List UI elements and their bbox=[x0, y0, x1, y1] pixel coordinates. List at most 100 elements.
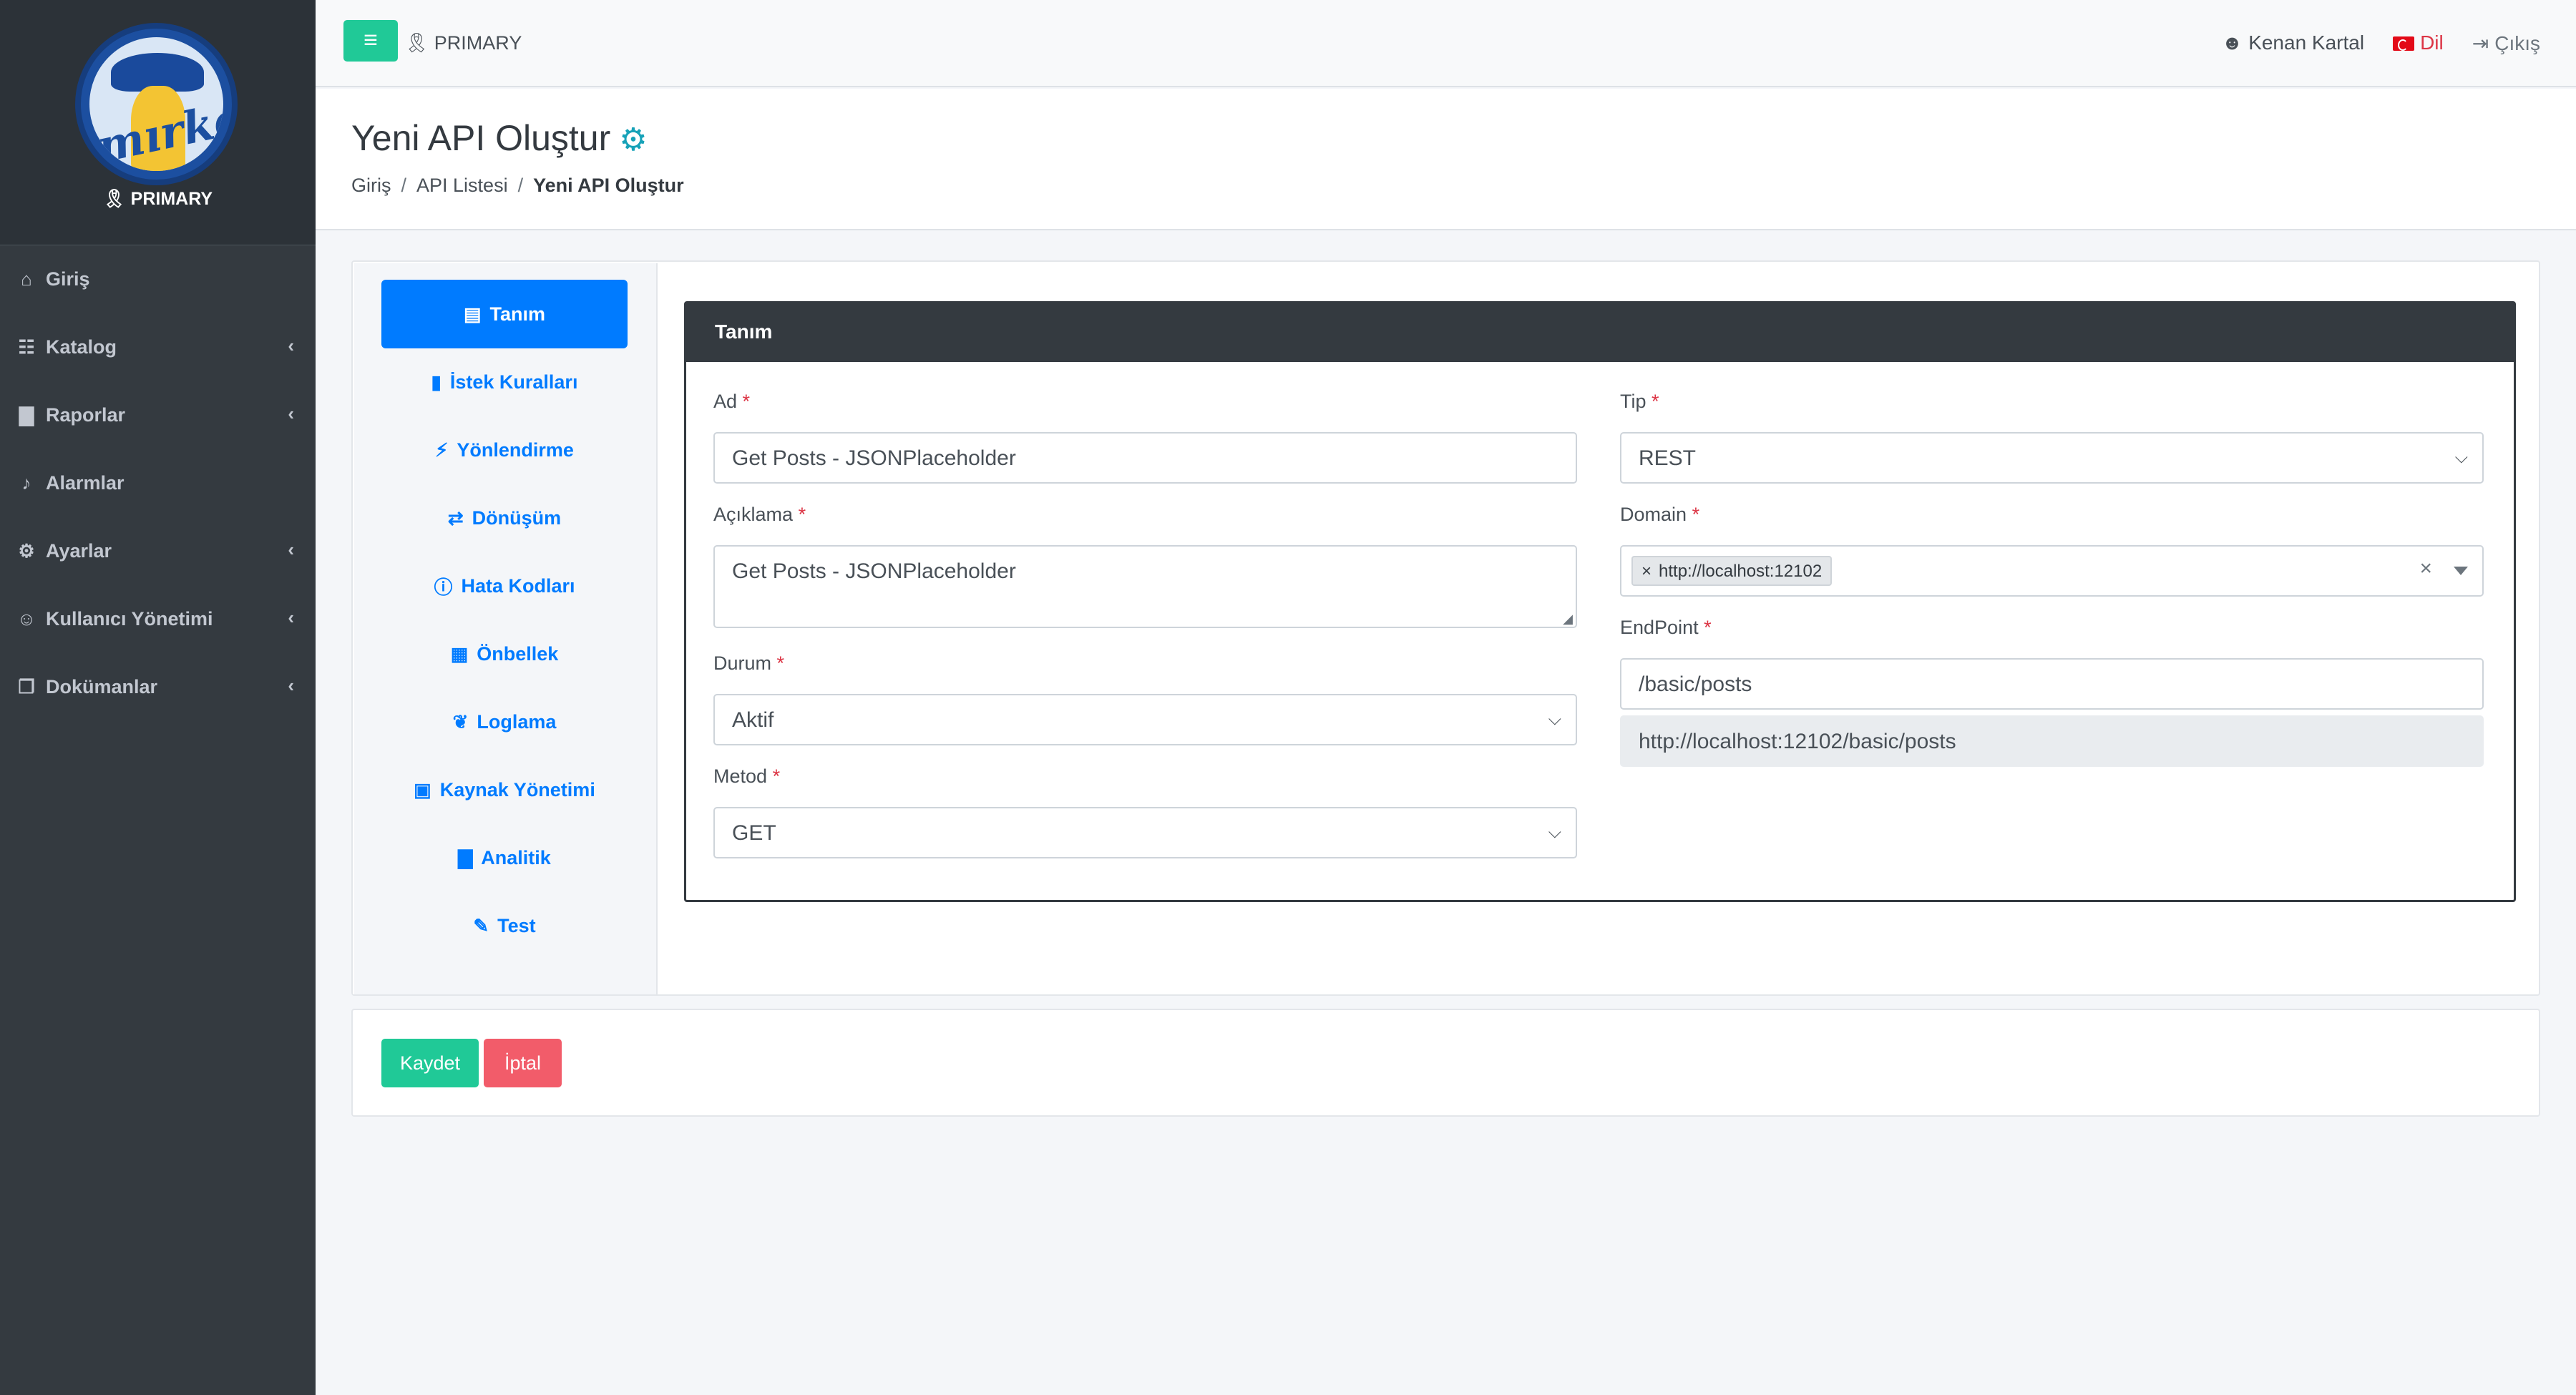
leaf-icon: ❦ bbox=[452, 710, 469, 733]
sitemap-icon: ☷ bbox=[18, 336, 35, 358]
sidebar-item-label: Dokümanlar bbox=[46, 676, 158, 698]
logo-image: mırket bbox=[89, 37, 223, 171]
tab-onbellek[interactable]: ▦ Önbellek bbox=[381, 620, 628, 688]
required-mark: * bbox=[1704, 617, 1712, 638]
user-menu[interactable]: ☻ Kenan Kartal bbox=[2222, 31, 2364, 55]
memory-icon: ▦ bbox=[450, 642, 469, 665]
tab-tanim[interactable]: ▤ Tanım bbox=[381, 280, 628, 348]
lock-icon: ▣ bbox=[414, 778, 431, 801]
endpoint-label: EndPoint * bbox=[1620, 617, 1712, 639]
tab-label: Yönlendirme bbox=[457, 439, 574, 461]
tab-label: Dönüşüm bbox=[472, 506, 562, 529]
sidebar-item-raporlar[interactable]: ▇ Raporlar ‹ bbox=[0, 381, 316, 449]
tab-label: Test bbox=[497, 914, 536, 936]
durum-select-value: Aktif bbox=[732, 708, 774, 732]
clear-icon[interactable]: × bbox=[2419, 557, 2432, 581]
tab-loglama[interactable]: ❦ Loglama bbox=[381, 687, 628, 756]
chart-icon: ▇ bbox=[19, 404, 34, 426]
domain-multiselect[interactable]: × http://localhost:12102 × bbox=[1620, 545, 2484, 597]
document-icon: ▮ bbox=[431, 371, 441, 393]
required-mark: * bbox=[772, 765, 781, 787]
turkey-flag-icon bbox=[2393, 36, 2415, 51]
sidebar-item-label: Alarmlar bbox=[46, 472, 125, 494]
breadcrumb-home[interactable]: Giriş bbox=[351, 175, 391, 197]
full-url-value: http://localhost:12102/basic/posts bbox=[1639, 730, 1956, 753]
logo[interactable]: mırket bbox=[75, 23, 238, 185]
brand-role: 🎗︎ PRIMARY bbox=[0, 189, 316, 210]
chart-icon: ▇ bbox=[458, 846, 473, 868]
tab-hata-kodlari[interactable]: ⓘ Hata Kodları bbox=[381, 552, 628, 620]
chevron-left-icon: ‹ bbox=[288, 403, 294, 424]
logo-text: mırket bbox=[92, 87, 223, 171]
menu-toggle-button[interactable]: ≡ bbox=[343, 20, 398, 62]
sidebar-item-giris[interactable]: ⌂ Giriş bbox=[0, 245, 316, 313]
sidebar-item-katalog[interactable]: ☷ Katalog ‹ bbox=[0, 313, 316, 381]
logout-link[interactable]: ⇥ Çıkış bbox=[2472, 31, 2540, 55]
tab-analitik[interactable]: ▇ Analitik bbox=[381, 823, 628, 892]
chevron-down-icon: ⌵ bbox=[1548, 710, 1561, 729]
cogs-icon: ⚙ bbox=[619, 122, 648, 157]
aciklama-label: Açıklama * bbox=[713, 504, 806, 526]
aciklama-label-text: Açıklama bbox=[713, 504, 794, 525]
caret-down-icon[interactable] bbox=[2454, 567, 2468, 575]
user-icon: ☻ bbox=[2221, 31, 2243, 54]
tab-yonlendirme[interactable]: ⚡︎ Yönlendirme bbox=[381, 416, 628, 484]
sidebar-item-alarmlar[interactable]: ♪ Alarmlar bbox=[0, 449, 316, 517]
breadcrumb-separator: / bbox=[401, 175, 407, 196]
exclamation-icon: ⓘ bbox=[434, 576, 453, 598]
save-button[interactable]: Kaydet bbox=[381, 1039, 479, 1087]
tab-kaynak-yonetimi[interactable]: ▣ Kaynak Yönetimi bbox=[381, 755, 628, 824]
aciklama-textarea[interactable]: Get Posts - JSONPlaceholder ◢ bbox=[713, 545, 1577, 628]
required-mark: * bbox=[1652, 391, 1659, 412]
chevron-left-icon: ‹ bbox=[288, 607, 294, 628]
metod-label-text: Metod bbox=[713, 765, 768, 787]
sidebar: mırket 🎗︎ PRIMARY ⌂ Giriş ☷ Katalog ‹ ▇ … bbox=[0, 0, 316, 1395]
tip-label: Tip * bbox=[1620, 391, 1659, 413]
aciklama-textarea-value: Get Posts - JSONPlaceholder bbox=[732, 559, 1016, 583]
exchange-icon: ⇄ bbox=[447, 506, 464, 529]
hamburger-icon: ≡ bbox=[364, 26, 378, 54]
sidebar-item-label: Ayarlar bbox=[46, 540, 112, 562]
brand: mırket 🎗︎ PRIMARY bbox=[0, 0, 316, 245]
tab-label: Hata Kodları bbox=[461, 574, 575, 597]
definition-panel: Tanım Ad * Get Posts - JSONPlaceholder A… bbox=[684, 301, 2516, 902]
domain-label: Domain * bbox=[1620, 504, 1699, 526]
cancel-button[interactable]: İptal bbox=[484, 1039, 562, 1087]
panel-title: Tanım bbox=[686, 303, 2514, 362]
metod-select-value: GET bbox=[732, 821, 776, 845]
required-mark: * bbox=[742, 391, 751, 412]
content-header: Yeni API Oluştur ⚙ Giriş / API Listesi / … bbox=[316, 89, 2576, 230]
sidebar-item-label: Raporlar bbox=[46, 404, 126, 426]
sidebar-item-ayarlar[interactable]: ⚙ Ayarlar ‹ bbox=[0, 517, 316, 585]
tab-label: Analitik bbox=[481, 846, 551, 868]
home-icon: ⌂ bbox=[21, 268, 32, 290]
cogs-icon: ⚙ bbox=[18, 540, 35, 562]
sidebar-item-label: Katalog bbox=[46, 336, 117, 358]
tab-test[interactable]: ✎ Test bbox=[381, 891, 628, 960]
metod-select[interactable]: GET ⌵ bbox=[713, 807, 1577, 858]
remove-tag-icon[interactable]: × bbox=[1641, 562, 1652, 581]
sidebar-item-dokumanlar[interactable]: ❐ Dokümanlar ‹ bbox=[0, 653, 316, 721]
endpoint-input[interactable]: /basic/posts bbox=[1620, 658, 2484, 710]
logout-label: Çıkış bbox=[2494, 32, 2540, 54]
resize-handle-icon[interactable]: ◢ bbox=[1563, 612, 1573, 627]
tab-istek-kurallari[interactable]: ▮ İstek Kuralları bbox=[381, 348, 628, 416]
sidebar-item-kullanici-yonetimi[interactable]: ☺ Kullanıcı Yönetimi ‹ bbox=[0, 585, 316, 653]
tab-label: Tanım bbox=[489, 303, 546, 325]
tab-label: Kaynak Yönetimi bbox=[439, 778, 595, 801]
tab-donusum[interactable]: ⇄ Dönüşüm bbox=[381, 484, 628, 552]
required-mark: * bbox=[798, 504, 806, 525]
tip-select[interactable]: REST ⌵ bbox=[1620, 432, 2484, 484]
ad-input[interactable]: Get Posts - JSONPlaceholder bbox=[713, 432, 1577, 484]
language-menu[interactable]: Dil bbox=[2393, 31, 2444, 55]
breadcrumb-api-list[interactable]: API Listesi bbox=[416, 175, 508, 197]
bolt-icon: ⚡︎ bbox=[435, 439, 449, 461]
tab-label: Önbellek bbox=[477, 642, 559, 665]
top-role: 🎗︎ PRIMARY bbox=[404, 31, 522, 54]
durum-label: Durum * bbox=[713, 652, 784, 675]
tip-select-value: REST bbox=[1639, 446, 1697, 470]
top-role-label: PRIMARY bbox=[434, 32, 522, 54]
durum-select[interactable]: Aktif ⌵ bbox=[713, 694, 1577, 745]
ad-label-text: Ad bbox=[713, 391, 738, 412]
sign-out-icon: ⇥ bbox=[2472, 32, 2489, 54]
